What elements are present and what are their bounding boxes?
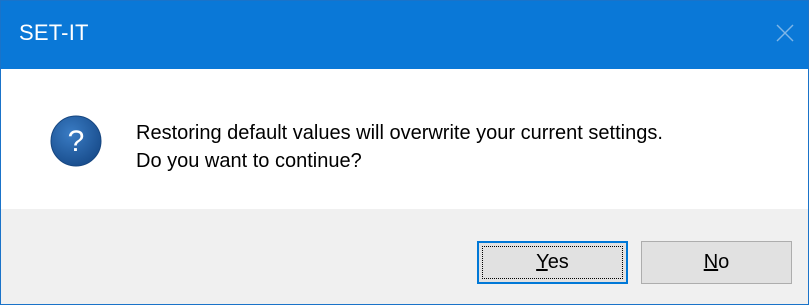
no-button[interactable]: No (641, 241, 792, 284)
yes-mnemonic: Y (536, 251, 548, 273)
window-title: SET-IT (19, 20, 89, 45)
question-icon: ? (50, 115, 102, 167)
close-icon (776, 24, 794, 42)
no-mnemonic: N (703, 251, 719, 273)
close-button[interactable] (762, 1, 808, 69)
no-label-rest: o (718, 251, 730, 273)
dialog-content: ? Restoring default values will overwrit… (1, 69, 808, 209)
title-bar[interactable]: SET-IT (1, 1, 808, 69)
dialog-message: Restoring default values will overwrite … (136, 119, 663, 175)
message-dialog: SET-IT ? Restoring default values will o… (0, 0, 809, 305)
message-line: Do you want to continue? (136, 150, 362, 172)
svg-text:?: ? (68, 125, 85, 158)
yes-label-rest: es (547, 251, 569, 273)
message-line: Restoring default values will overwrite … (136, 122, 663, 144)
yes-button[interactable]: Yes (477, 241, 628, 284)
button-bar: Yes No (1, 209, 808, 304)
